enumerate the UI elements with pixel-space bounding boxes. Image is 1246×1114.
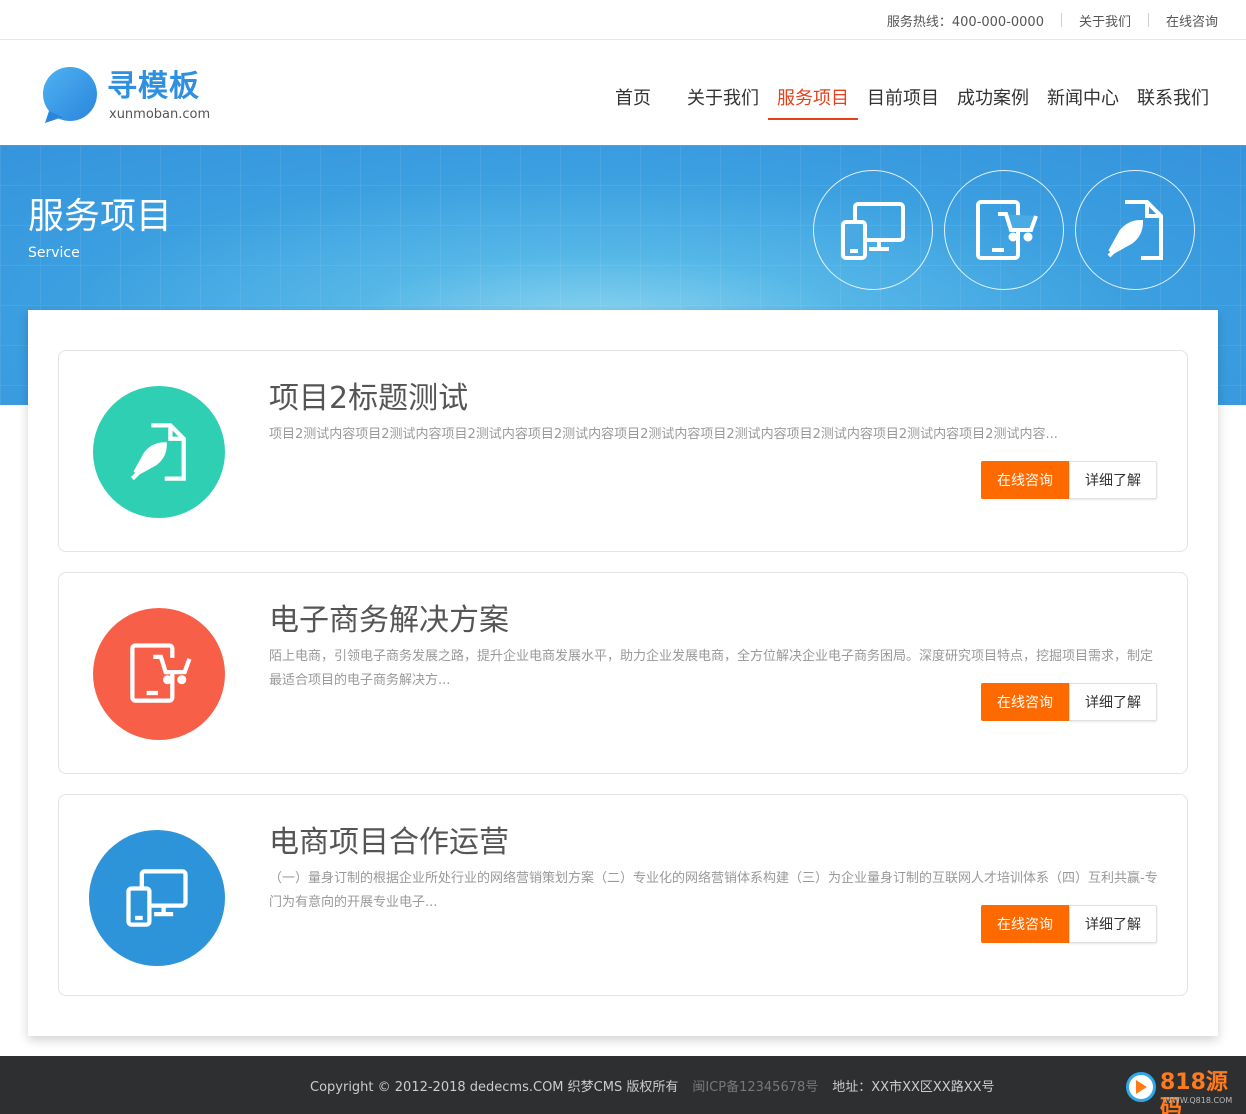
nav-item-contact[interactable]: 联系我们 xyxy=(1128,80,1218,118)
nav-item-news[interactable]: 新闻中心 xyxy=(1038,80,1128,118)
card-actions: 在线咨询 详细了解 xyxy=(981,905,1157,943)
main-nav: 首页 关于我们 服务项目 目前项目 成功案例 新闻中心 联系我们 xyxy=(606,80,1218,120)
card-title[interactable]: 电子商务解决方案 xyxy=(269,595,509,639)
site-header: 寻模板 xunmoban.com 首页 关于我们 服务项目 目前项目 成功案例 … xyxy=(0,40,1246,145)
service-card: 项目2标题测试 项目2测试内容项目2测试内容项目2测试内容项目2测试内容项目2测… xyxy=(58,350,1188,552)
details-button[interactable]: 详细了解 xyxy=(1069,683,1157,721)
site-logo[interactable]: 寻模板 xunmoban.com xyxy=(41,65,241,125)
consult-button[interactable]: 在线咨询 xyxy=(981,461,1069,499)
details-button[interactable]: 详细了解 xyxy=(1069,461,1157,499)
page-subtitle: Service xyxy=(28,245,80,261)
copyright-text: Copyright © 2012-2018 dedecms.COM 织梦CMS … xyxy=(310,1079,679,1095)
services-panel: 项目2标题测试 项目2测试内容项目2测试内容项目2测试内容项目2测试内容项目2测… xyxy=(28,310,1218,1036)
nav-item-cases[interactable]: 成功案例 xyxy=(948,80,1038,118)
details-button[interactable]: 详细了解 xyxy=(1069,905,1157,943)
watermark-brand: 818源码 xyxy=(1160,1070,1228,1114)
card-icon-circle xyxy=(93,608,225,740)
watermark-badge: 818源码 WWW.Q818.COM xyxy=(1126,1070,1236,1114)
consult-button[interactable]: 在线咨询 xyxy=(981,905,1069,943)
devices-icon xyxy=(126,869,188,927)
divider xyxy=(1060,13,1062,27)
nav-item-home[interactable]: 首页 xyxy=(606,80,660,118)
nav-item-about[interactable]: 关于我们 xyxy=(678,80,768,118)
card-actions: 在线咨询 详细了解 xyxy=(981,461,1157,499)
service-card: 电商项目合作运营 （一）量身订制的根据企业所处行业的网络营销策划方案（二）专业化… xyxy=(58,794,1188,996)
top-consult-link[interactable]: 在线咨询 xyxy=(1166,11,1218,30)
address-text: 地址：XX市XX区XX路XX号 xyxy=(832,1079,995,1095)
card-actions: 在线咨询 详细了解 xyxy=(981,683,1157,721)
watermark-url: WWW.Q818.COM xyxy=(1164,1096,1233,1105)
card-icon-circle xyxy=(93,386,225,518)
site-footer: Copyright © 2012-2018 dedecms.COM 织梦CMS … xyxy=(0,1056,1246,1114)
logo-name: 寻模板 xyxy=(107,69,200,104)
speech-bubble-logo-icon xyxy=(43,67,97,123)
play-triangle-icon xyxy=(1136,1080,1147,1094)
top-bar-links: 服务热线：400-000-0000 关于我们 在线咨询 xyxy=(887,0,1218,40)
devices-icon xyxy=(841,202,905,260)
top-bar: 服务热线：400-000-0000 关于我们 在线咨询 xyxy=(0,0,1246,40)
top-about-link[interactable]: 关于我们 xyxy=(1079,11,1131,30)
banner-rocket-circle xyxy=(1075,170,1195,290)
rocket-document-icon xyxy=(1107,200,1163,260)
banner-devices-circle xyxy=(813,170,933,290)
card-description: 项目2测试内容项目2测试内容项目2测试内容项目2测试内容项目2测试内容项目2测试… xyxy=(269,427,1058,442)
logo-domain: xunmoban.com xyxy=(109,107,211,122)
tablet-cart-icon xyxy=(130,643,192,703)
nav-item-services[interactable]: 服务项目 xyxy=(768,80,858,120)
tablet-cart-icon xyxy=(976,200,1038,260)
footer-info: Copyright © 2012-2018 dedecms.COM 织梦CMS … xyxy=(310,1056,995,1114)
card-title[interactable]: 电商项目合作运营 xyxy=(269,817,509,861)
consult-button[interactable]: 在线咨询 xyxy=(981,683,1069,721)
icp-link[interactable]: 闽ICP备12345678号 xyxy=(692,1076,818,1095)
hotline-text: 服务热线：400-000-0000 xyxy=(886,14,1044,30)
banner-cart-circle xyxy=(944,170,1064,290)
divider xyxy=(1147,13,1149,27)
card-icon-circle xyxy=(89,830,225,966)
card-title[interactable]: 项目2标题测试 xyxy=(269,373,468,417)
nav-item-current-projects[interactable]: 目前项目 xyxy=(858,80,948,118)
rocket-document-icon xyxy=(130,423,186,481)
page-title: 服务项目 xyxy=(28,196,173,237)
service-card: 电子商务解决方案 陌上电商，引领电子商务发展之路，提升企业电商发展水平，助力企业… xyxy=(58,572,1188,774)
